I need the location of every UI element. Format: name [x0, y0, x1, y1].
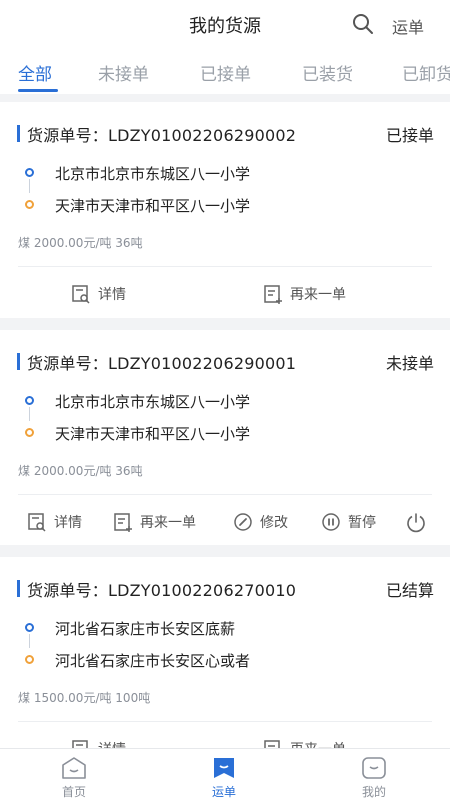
accent-bar [17, 353, 20, 370]
goods-info: 煤 1500.00元/吨 100吨 [18, 691, 151, 705]
pause-button[interactable]: 暂停 [320, 507, 376, 537]
edit-icon [234, 513, 252, 531]
pause-icon [322, 513, 340, 531]
nav-waybill[interactable]: 运单 [184, 755, 264, 800]
route-line [29, 407, 30, 421]
divider [18, 266, 432, 267]
divider [18, 494, 432, 495]
status-badge: 已结算 [385, 581, 434, 600]
route: 北京市北京市东城区八一小学 天津市天津市和平区八一小学 [22, 388, 422, 448]
details-button[interactable]: 详情 [26, 507, 82, 537]
nav-profile-label: 我的 [361, 785, 386, 799]
origin-dot-icon [25, 168, 34, 177]
bottom-nav: 首页 运单 我的 [0, 748, 450, 800]
card-actions: 详情 再来一单 修改 暂停 [0, 507, 450, 537]
accent-bar [17, 580, 20, 597]
order-number: 货源单号：LDZY01002206270010 [27, 581, 297, 600]
stop-button[interactable] [405, 507, 433, 537]
app-header: 我的货源 运单 [0, 0, 450, 46]
origin-dot-icon [25, 396, 34, 405]
tab-unloaded[interactable]: 已卸货 [402, 60, 450, 85]
details-button[interactable]: 详情 [70, 279, 126, 309]
divider [18, 721, 432, 722]
card-header: 货源单号：LDZY01002206290001 未接单 [14, 350, 434, 374]
waybill-icon [214, 758, 234, 778]
origin-address: 北京市北京市东城区八一小学 [55, 393, 251, 411]
order-number: 货源单号：LDZY01002206290001 [27, 354, 297, 373]
destination-address: 河北省石家庄市长安区心或者 [55, 652, 251, 670]
route-line [29, 179, 30, 193]
order-number: 货源单号：LDZY01002206290002 [27, 126, 297, 145]
reorder-button[interactable]: 再来一单 [262, 279, 346, 309]
origin-dot-icon [25, 623, 34, 632]
origin-address: 河北省石家庄市长安区底薪 [55, 620, 236, 638]
tab-loaded[interactable]: 已装货 [302, 60, 353, 85]
destination-address: 天津市天津市和平区八一小学 [55, 425, 251, 443]
details-icon [28, 513, 46, 532]
reorder-icon [114, 513, 132, 532]
edit-button[interactable]: 修改 [232, 507, 288, 537]
card-header: 货源单号：LDZY01002206270010 已结算 [14, 577, 434, 601]
status-badge: 未接单 [385, 354, 434, 373]
nav-profile[interactable]: 我的 [334, 755, 414, 800]
nav-home-label: 首页 [61, 785, 86, 799]
page-title: 我的货源 [189, 16, 261, 37]
origin-address: 北京市北京市东城区八一小学 [55, 165, 251, 183]
power-icon [407, 513, 425, 533]
route: 河北省石家庄市长安区底薪 河北省石家庄市长安区心或者 [22, 615, 422, 675]
profile-icon [362, 757, 386, 779]
nav-home[interactable]: 首页 [34, 755, 114, 800]
destination-dot-icon [25, 200, 34, 209]
status-badge: 已接单 [385, 126, 434, 145]
reorder-button[interactable]: 再来一单 [112, 507, 196, 537]
accent-bar [17, 125, 20, 142]
reorder-icon [264, 285, 282, 304]
cargo-card[interactable]: 货源单号：LDZY01002206270010 已结算 河北省石家庄市长安区底薪… [0, 557, 450, 759]
destination-dot-icon [25, 655, 34, 664]
tab-not-accepted[interactable]: 未接单 [98, 60, 149, 85]
active-tab-indicator [18, 89, 58, 92]
tab-accepted[interactable]: 已接单 [200, 60, 251, 85]
nav-waybill-label: 运单 [211, 785, 236, 799]
route: 北京市北京市东城区八一小学 天津市天津市和平区八一小学 [22, 160, 422, 220]
card-header: 货源单号：LDZY01002206290002 已接单 [14, 122, 434, 146]
tab-all[interactable]: 全部 [18, 60, 52, 85]
route-line [29, 634, 30, 648]
cargo-card[interactable]: 货源单号：LDZY01002206290001 未接单 北京市北京市东城区八一小… [0, 330, 450, 545]
status-tabs: 全部 未接单 已接单 已装货 已卸货 [0, 46, 450, 94]
home-icon [62, 757, 86, 779]
goods-info: 煤 2000.00元/吨 36吨 [18, 464, 143, 478]
destination-dot-icon [25, 428, 34, 437]
waybill-link[interactable]: 运单 [392, 14, 424, 38]
card-actions: 详情 再来一单 [0, 279, 450, 309]
cargo-card[interactable]: 货源单号：LDZY01002206290002 已接单 北京市北京市东城区八一小… [0, 102, 450, 318]
destination-address: 天津市天津市和平区八一小学 [55, 197, 251, 215]
search-icon[interactable] [351, 12, 375, 36]
goods-info: 煤 2000.00元/吨 36吨 [18, 236, 143, 250]
details-icon [72, 285, 90, 304]
